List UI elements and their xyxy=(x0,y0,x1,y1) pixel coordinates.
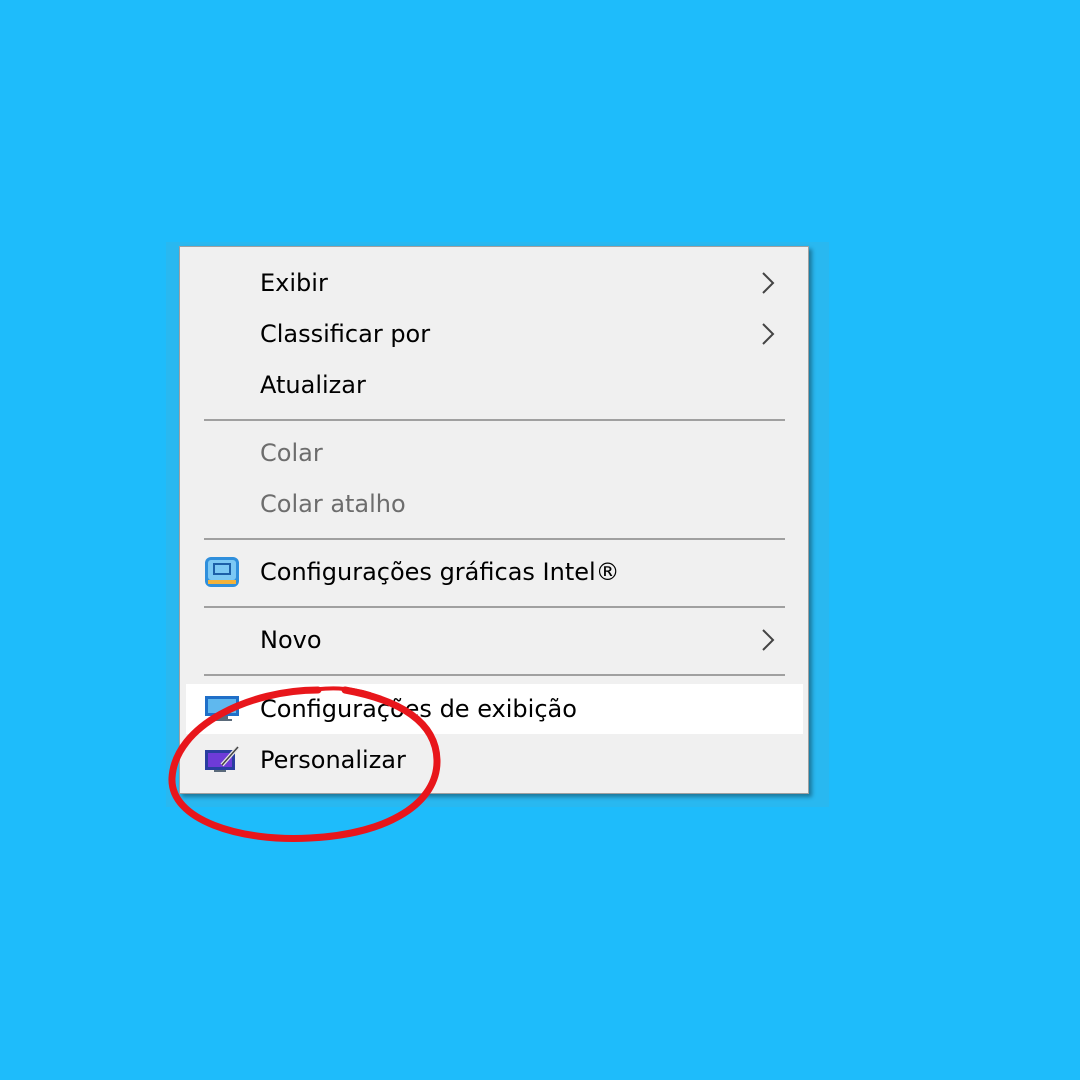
menu-item-label: Atualizar xyxy=(260,371,366,399)
menu-item-label: Novo xyxy=(260,626,322,654)
menu-item-label: Personalizar xyxy=(260,746,406,774)
menu-item-label: Configurações de exibição xyxy=(260,695,577,723)
chevron-right-icon xyxy=(762,272,775,294)
menu-item-label: Classificar por xyxy=(260,320,431,348)
menu-item-colar-atalho[interactable]: Colar atalho xyxy=(186,480,803,528)
desktop-context-menu: Exibir Classificar por Atualizar Colar C… xyxy=(179,246,809,794)
menu-separator xyxy=(204,606,785,608)
personalize-icon xyxy=(205,745,240,772)
intel-graphics-icon xyxy=(205,557,239,587)
menu-separator xyxy=(204,419,785,421)
menu-item-personalizar[interactable]: Personalizar xyxy=(186,736,803,784)
chevron-right-icon xyxy=(762,323,775,345)
menu-separator xyxy=(204,538,785,540)
menu-separator xyxy=(204,674,785,676)
menu-item-classificar-por[interactable]: Classificar por xyxy=(186,310,803,358)
chevron-right-icon xyxy=(762,629,775,651)
menu-item-exibir[interactable]: Exibir xyxy=(186,259,803,307)
menu-item-label: Colar atalho xyxy=(260,490,406,518)
menu-item-display-settings[interactable]: Configurações de exibição xyxy=(186,684,803,734)
menu-item-colar[interactable]: Colar xyxy=(186,429,803,477)
menu-item-label: Exibir xyxy=(260,269,328,297)
menu-item-intel-graphics[interactable]: Configurações gráficas Intel® xyxy=(186,548,803,596)
menu-item-label: Colar xyxy=(260,439,323,467)
display-settings-icon xyxy=(205,696,239,721)
menu-item-atualizar[interactable]: Atualizar xyxy=(186,361,803,409)
menu-item-novo[interactable]: Novo xyxy=(186,616,803,664)
menu-item-label: Configurações gráficas Intel® xyxy=(260,558,620,586)
